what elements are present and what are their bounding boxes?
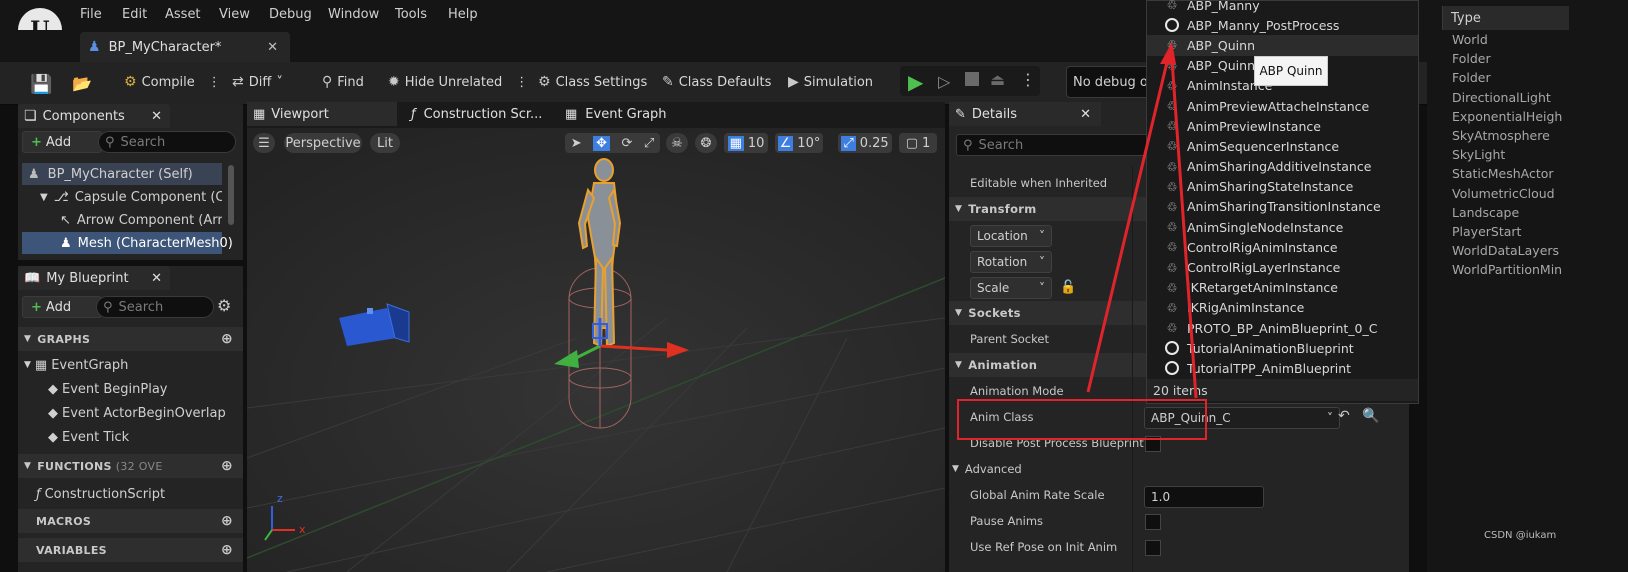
annotation-arrows — [1086, 42, 1198, 399]
